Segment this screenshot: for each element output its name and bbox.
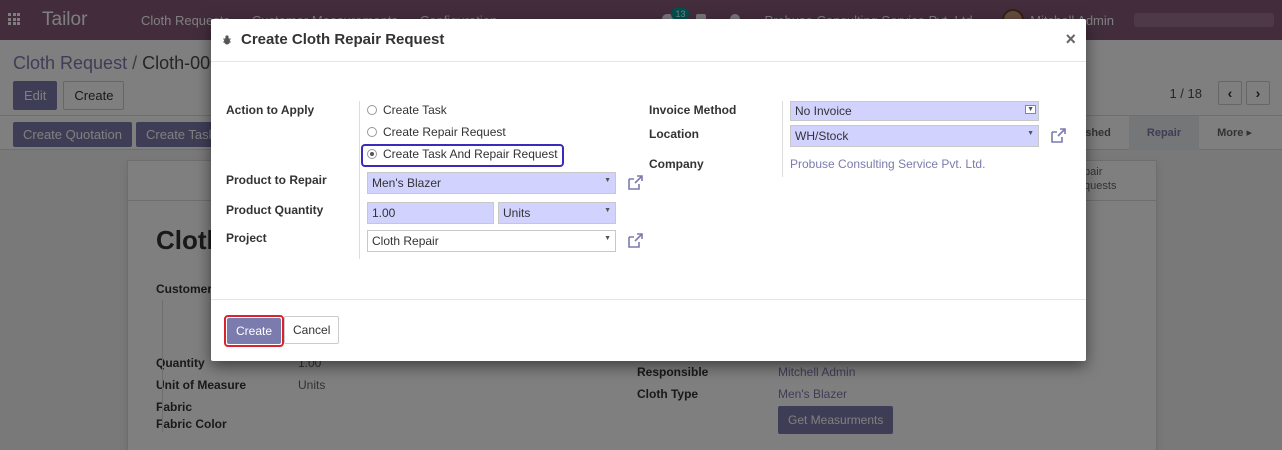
create-button[interactable]: Create [227,318,282,344]
location-select[interactable]: WH/Stock ▼ [790,125,1039,147]
project-label: Project [226,231,267,245]
radio-create-task[interactable]: Create Task [367,103,447,117]
action-to-apply-label: Action to Apply [226,103,315,117]
close-icon[interactable]: × [1065,29,1076,50]
chevron-down-icon: ▼ [604,177,611,184]
bug-icon [223,35,231,45]
create-button-highlight: Create [224,315,285,347]
cancel-button[interactable]: Cancel [284,316,340,344]
company-value[interactable]: Probuse Consulting Service Pvt. Ltd. [790,157,985,171]
location-value: WH/Stock [795,129,849,143]
invoice-method-label: Invoice Method [649,103,737,117]
chevron-down-icon: ▼ [1027,130,1034,137]
product-quantity-label: Product Quantity [226,203,324,217]
project-select[interactable]: Cloth Repair ▼ [367,230,616,252]
uom-select-value: Units [503,206,531,220]
right-column-divider [782,101,783,177]
create-cloth-repair-dialog: Create Cloth Repair Request × Action to … [211,19,1086,361]
radio-create-repair-request[interactable]: Create Repair Request [367,125,506,139]
product-to-repair-select[interactable]: Men's Blazer ▼ [367,172,616,194]
external-link-icon[interactable] [1049,127,1067,145]
modal-title: Create Cloth Repair Request [241,31,445,48]
chevron-down-icon: ▼ [604,235,611,242]
chevron-down-icon: ▼ [1025,105,1036,114]
left-column-divider [359,101,360,259]
radio-button[interactable] [367,105,377,115]
modal-header: Create Cloth Repair Request × [211,19,1086,62]
product-quantity-input[interactable]: 1.00 [367,202,494,224]
radio-button-checked[interactable] [367,149,377,159]
radio-create-task-and-repair-request[interactable]: Create Task And Repair Request [367,147,558,161]
radio-label: Create Task And Repair Request [383,147,558,161]
external-link-icon[interactable] [626,232,644,250]
quantity-uom-select[interactable]: Units ▼ [498,202,616,224]
product-value: Men's Blazer [372,176,441,190]
radio-label: Create Repair Request [383,125,506,139]
chevron-down-icon: ▼ [604,207,611,214]
project-value: Cloth Repair [372,234,439,248]
external-link-icon[interactable] [626,174,644,192]
location-label: Location [649,127,699,141]
radio-label: Create Task [383,103,447,117]
radio-button[interactable] [367,127,377,137]
product-to-repair-label: Product to Repair [226,173,327,187]
invoice-method-select[interactable]: No Invoice ▼ [790,101,1039,121]
company-label: Company [649,157,704,171]
modal-footer: Create Cancel [211,299,1086,361]
quantity-input-value: 1.00 [372,206,396,220]
invoice-method-value: No Invoice [795,104,852,118]
